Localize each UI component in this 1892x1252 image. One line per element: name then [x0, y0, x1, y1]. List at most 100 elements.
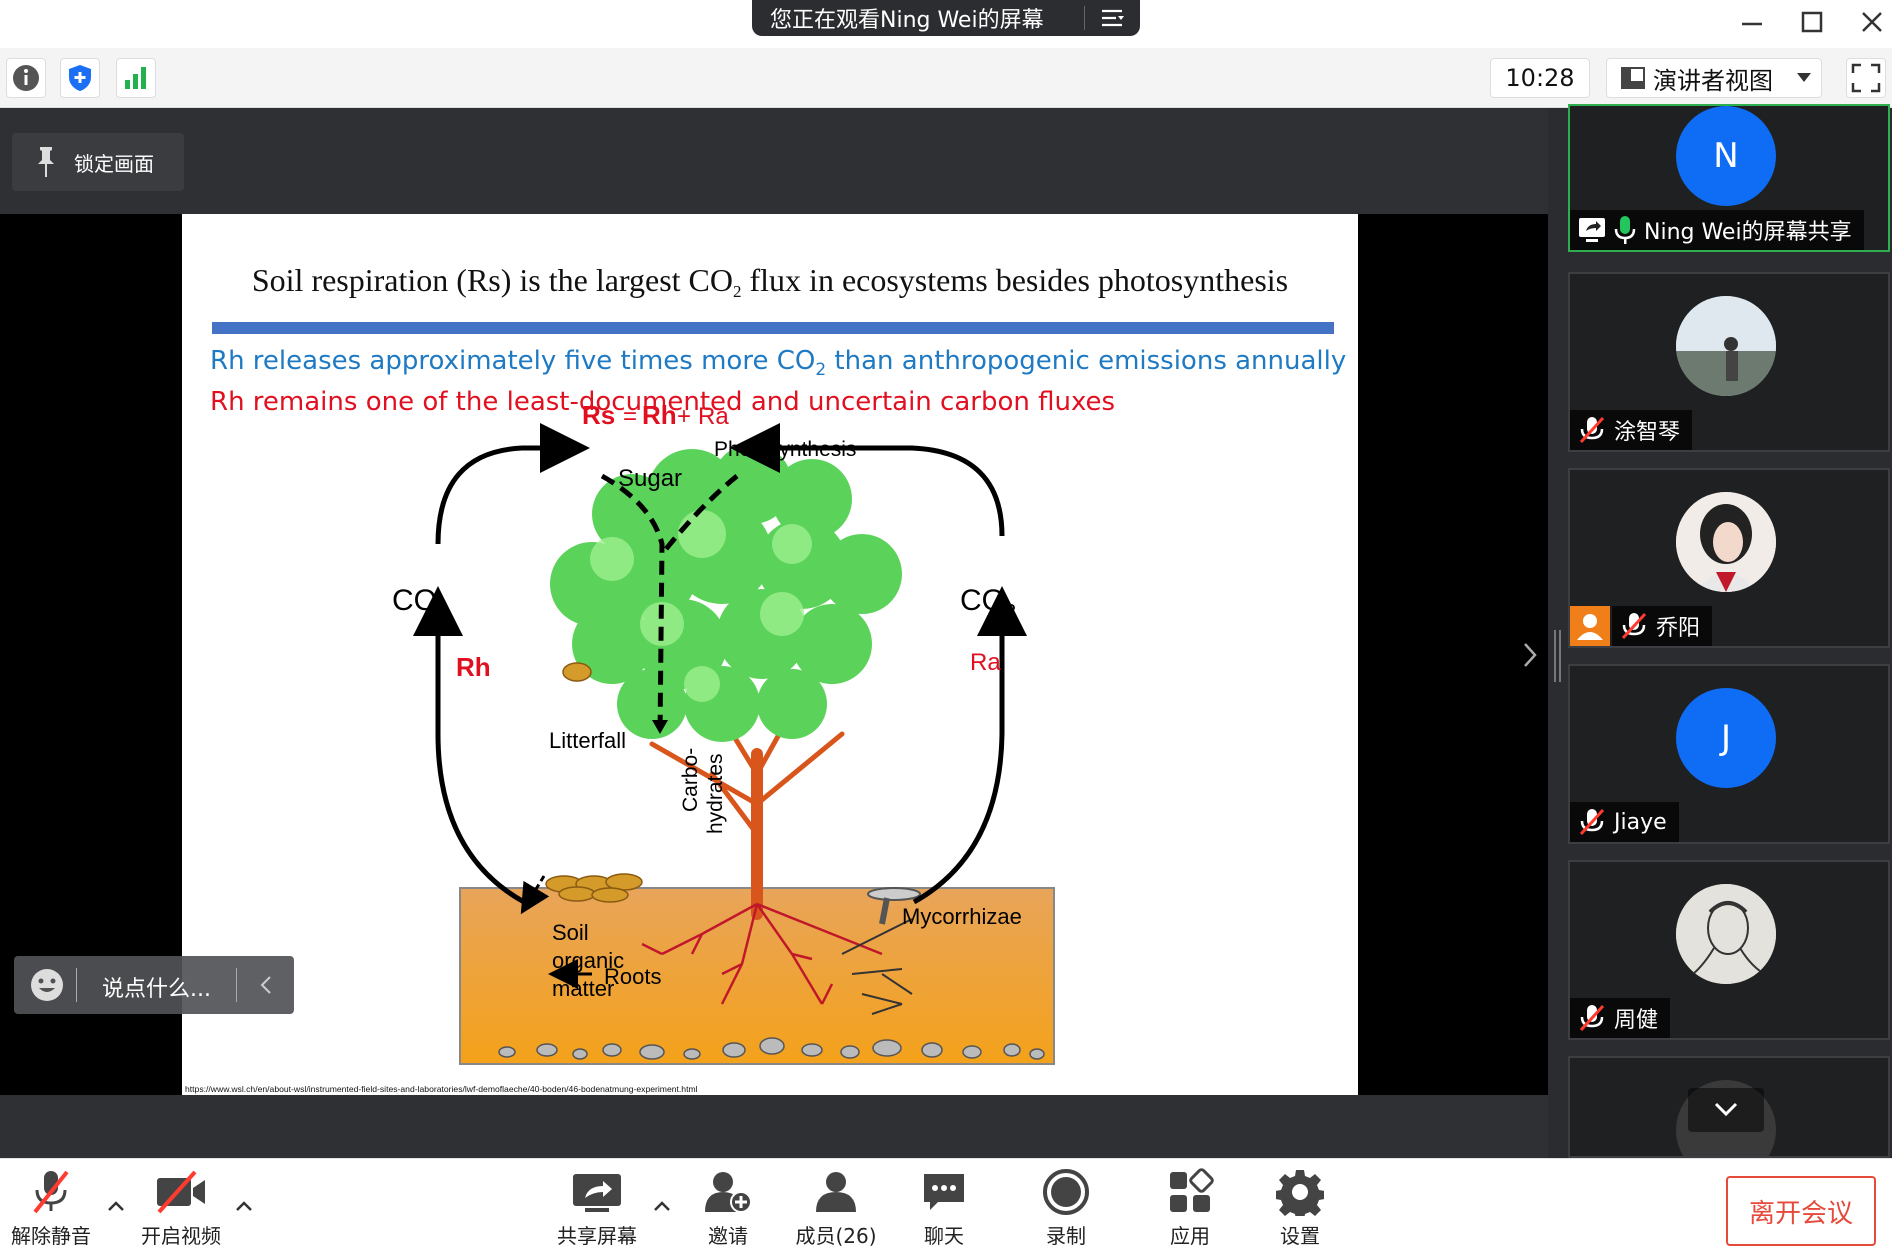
chat-divider-2 [236, 968, 237, 1002]
chevron-down-icon [1797, 73, 1811, 82]
apps-grid-icon [1170, 1168, 1214, 1212]
video-options-caret-icon[interactable] [234, 1196, 254, 1216]
chat-placeholder: 说点什么... [102, 977, 211, 1002]
eq-rs: Rs [582, 400, 615, 430]
panel-resize-handle[interactable] [1554, 630, 1556, 682]
settings-label: 设置 [1280, 1224, 1320, 1248]
collapse-chat-icon[interactable] [258, 975, 274, 995]
viewing-banner: 您正在观看Ning Wei的屏幕 [752, 0, 1140, 36]
share-options-caret-icon[interactable] [652, 1196, 672, 1216]
participant-tile-6-partial[interactable] [1568, 1056, 1890, 1158]
mic-muted-icon [1579, 416, 1605, 444]
eq-equals: = [623, 403, 637, 430]
start-video-button[interactable]: 开启视频 [136, 1168, 226, 1249]
signal-bars-icon [125, 67, 146, 89]
security-button[interactable] [60, 58, 100, 98]
apps-button[interactable]: 应用 [1152, 1168, 1228, 1249]
svg-text:CO2: CO2 [392, 584, 448, 623]
add-user-icon [705, 1172, 752, 1213]
minimize-icon [1742, 22, 1762, 26]
chat-input-bar[interactable]: 说点什么... [14, 956, 294, 1014]
mic-muted-icon [33, 1170, 69, 1214]
tree-canopy [550, 444, 902, 742]
collapse-panel-icon[interactable] [1522, 642, 1538, 668]
members-label: 成员(26) [795, 1224, 877, 1248]
avatar: J [1676, 688, 1776, 788]
label-co2-left: CO [392, 584, 437, 617]
label-co2-left-sub: 2 [437, 601, 448, 623]
mushroom-icon [867, 887, 921, 901]
unmute-label: 解除静音 [11, 1224, 91, 1248]
label-co2-right-sub: 2 [1005, 601, 1016, 623]
network-quality-button[interactable] [116, 58, 156, 98]
label-roots: Roots [604, 964, 661, 989]
avatar [1676, 296, 1776, 396]
gear-icon [1276, 1170, 1324, 1216]
share-screen-label: 共享屏幕 [557, 1224, 637, 1248]
chat-bubble-icon [924, 1174, 964, 1210]
audio-options-caret-icon[interactable] [106, 1196, 126, 1216]
label-mycorrhizae: Mycorrhizae [902, 904, 1022, 929]
screen-share-icon [573, 1174, 621, 1212]
mic-active-icon [1614, 216, 1636, 244]
chat-button[interactable]: 聊天 [906, 1168, 982, 1249]
record-label: 录制 [1046, 1224, 1086, 1248]
slide-source-url: https://www.wsl.ch/en/about-wsl/instrume… [185, 1084, 698, 1094]
label-carbohydrates-1: Carbo- [679, 748, 702, 812]
participant-name: 涂智琴 [1614, 420, 1681, 445]
chat-divider [76, 968, 77, 1002]
members-button[interactable]: 成员(26) [786, 1168, 886, 1249]
chat-label: 聊天 [924, 1224, 964, 1248]
participant-name: 乔阳 [1656, 616, 1701, 641]
participant-tile-2[interactable]: 涂智琴 [1568, 272, 1890, 452]
pin-icon [38, 147, 54, 177]
view-mode-select[interactable]: 演讲者视图 [1606, 58, 1822, 98]
chevron-down-icon [1714, 1102, 1738, 1117]
settings-button[interactable]: 设置 [1262, 1168, 1338, 1249]
screen-share-icon [1579, 218, 1605, 242]
label-ra: Ra [970, 649, 1001, 676]
eq-rh: Rh [642, 400, 677, 430]
banner-divider [1084, 6, 1085, 30]
emoji-icon[interactable] [30, 968, 64, 1002]
invite-button[interactable]: 邀请 [690, 1168, 766, 1249]
fullscreen-button[interactable] [1846, 58, 1886, 98]
speaker-view-icon [1621, 67, 1645, 89]
label-litterfall: Litterfall [549, 728, 626, 753]
leave-meeting-button[interactable]: 离开会议 [1726, 1176, 1876, 1246]
info-button[interactable] [6, 58, 46, 98]
view-mode-label: 演讲者视图 [1653, 66, 1773, 95]
label-co2-right: CO [960, 584, 1005, 617]
label-photosynthesis: Photosynthesis [714, 438, 856, 461]
video-off-icon [157, 1170, 205, 1214]
participant-name: Jiaye [1614, 809, 1667, 835]
shield-icon [69, 65, 91, 91]
close-icon [1862, 12, 1882, 32]
invite-label: 邀请 [708, 1224, 748, 1248]
participant-namebar: 涂智琴 [1570, 410, 1693, 450]
lock-view-button[interactable]: 锁定画面 [12, 133, 184, 191]
banner-menu-icon[interactable] [1100, 6, 1124, 30]
info-icon [13, 65, 39, 91]
share-screen-button[interactable]: 共享屏幕 [552, 1168, 642, 1249]
participant-tile-5[interactable]: 周健 [1568, 860, 1890, 1040]
panel-resize-handle-2[interactable] [1559, 630, 1561, 682]
fullscreen-icon [1851, 63, 1881, 93]
mic-muted-icon [1579, 808, 1605, 836]
scroll-down-button[interactable] [1688, 1088, 1764, 1132]
start-video-label: 开启视频 [141, 1224, 221, 1248]
close-button[interactable] [1852, 4, 1892, 40]
participant-namebar: 乔阳 [1612, 606, 1713, 646]
unmute-button[interactable]: 解除静音 [8, 1168, 94, 1249]
participant-tile-ningwei[interactable]: N Ning Wei的屏幕共享 [1568, 104, 1890, 252]
participant-tile-4[interactable]: J Jiaye [1568, 664, 1890, 844]
viewing-banner-text: 您正在观看Ning Wei的屏幕 [770, 8, 1044, 33]
participant-tile-3[interactable]: 乔阳 [1568, 468, 1890, 648]
record-button[interactable]: 录制 [1028, 1168, 1104, 1249]
label-sugar: Sugar [618, 465, 682, 492]
avatar [1676, 492, 1776, 592]
minimize-button[interactable] [1732, 4, 1772, 40]
presentation-slide: Soil respiration (Rs) is the largest CO2… [182, 214, 1358, 1095]
maximize-button[interactable] [1792, 4, 1832, 40]
label-carbohydrates-2: hydrates [704, 753, 727, 834]
